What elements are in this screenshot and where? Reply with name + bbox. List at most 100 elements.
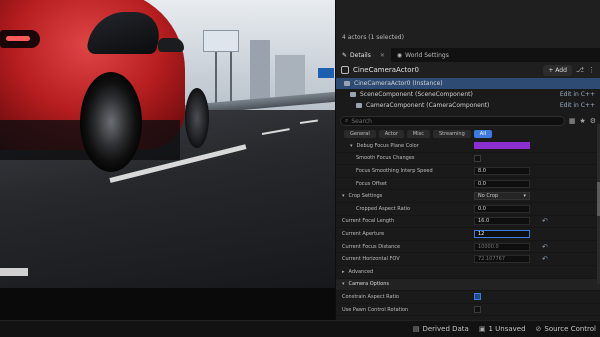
- search-placeholder: Search: [351, 117, 372, 125]
- filter-general[interactable]: General: [344, 130, 376, 138]
- horizontal-fov-field[interactable]: 72.107767: [474, 255, 530, 264]
- chevron-down-icon: ▾: [523, 193, 526, 200]
- background-building: [250, 40, 270, 100]
- property-row[interactable]: ▸ Advanced: [336, 266, 600, 279]
- outliner-footer: 4 actors (1 selected): [336, 0, 600, 48]
- viewport-overlay-bar: [0, 268, 28, 276]
- chevron-down-icon[interactable]: ▾: [342, 281, 345, 287]
- pawn-control-checkbox[interactable]: [474, 306, 481, 314]
- property-label: Focus Offset: [356, 180, 387, 187]
- filter-misc[interactable]: Misc: [406, 130, 430, 138]
- derived-data-button[interactable]: ▤ Derived Data: [413, 325, 469, 333]
- actor-name[interactable]: CineCameraActor0: [353, 66, 419, 74]
- filter-actor[interactable]: Actor: [378, 130, 404, 138]
- unsaved-label: 1 Unsaved: [488, 325, 526, 333]
- filter-all[interactable]: All: [473, 130, 492, 138]
- aperture-field[interactable]: 12: [474, 229, 530, 238]
- road-sign: [203, 30, 239, 52]
- component-row[interactable]: CineCameraActor0 (Instance): [336, 78, 600, 89]
- property-label: Current Focus Distance: [342, 243, 401, 250]
- scene-component-icon: [350, 92, 356, 97]
- component-row[interactable]: CameraComponent (CameraComponent) Edit i…: [336, 100, 600, 111]
- details-panel: 4 actors (1 selected) ✎ Details ✕ ◉ Worl…: [336, 0, 600, 320]
- reset-icon[interactable]: ↶: [542, 255, 548, 263]
- component-label: SceneComponent (SceneComponent): [360, 91, 473, 98]
- level-viewport[interactable]: [0, 0, 335, 288]
- sign-pole: [215, 50, 217, 110]
- grid-view-icon[interactable]: ▦: [569, 117, 576, 125]
- chevron-down-icon[interactable]: ▾: [342, 193, 345, 199]
- property-row: Focus Offset 0.0: [336, 178, 600, 191]
- focal-length-field[interactable]: 16.0: [474, 217, 530, 226]
- edit-in-cpp-link[interactable]: Edit in C++: [560, 91, 595, 98]
- tab-world-settings[interactable]: ◉ World Settings: [391, 48, 455, 62]
- edit-in-cpp-link[interactable]: Edit in C++: [560, 102, 595, 109]
- actor-icon: [341, 66, 349, 74]
- crop-settings-dropdown[interactable]: No Crop ▾: [474, 192, 530, 201]
- add-component-button[interactable]: + Add: [543, 64, 572, 76]
- property-label: Current Aperture: [342, 230, 385, 237]
- camera-component-icon: [356, 103, 362, 108]
- settings-icon[interactable]: ⚙: [590, 117, 596, 125]
- reset-icon[interactable]: ↶: [542, 243, 548, 251]
- close-icon[interactable]: ✕: [380, 52, 385, 59]
- pencil-icon: ✎: [342, 51, 348, 59]
- property-row: Focus Smoothing Interp Speed 8.0: [336, 165, 600, 178]
- component-row[interactable]: SceneComponent (SceneComponent) Edit in …: [336, 89, 600, 100]
- tab-label: World Settings: [405, 51, 449, 59]
- chevron-right-icon[interactable]: ▸: [342, 269, 345, 275]
- source-control-button[interactable]: ⊘ Source Control: [536, 325, 596, 333]
- search-input[interactable]: ⌕ Search: [340, 116, 565, 126]
- property-label: ▾ Debug Focus Plane Color: [350, 142, 419, 149]
- database-icon: ▤: [412, 325, 420, 333]
- settings-icon[interactable]: ⋮: [588, 66, 595, 74]
- status-bar: ▤ Derived Data ▣ 1 Unsaved ⊘ Source Cont…: [0, 320, 600, 337]
- panel-tabs: ✎ Details ✕ ◉ World Settings: [336, 48, 600, 62]
- property-label: Constrain Aspect Ratio: [342, 293, 399, 300]
- car-taillight: [0, 30, 40, 48]
- property-label: Use Pawn Control Rotation: [342, 306, 409, 313]
- star-icon[interactable]: ★: [579, 117, 585, 125]
- viewport-letterbox: [0, 288, 335, 320]
- constrain-aspect-checkbox[interactable]: [474, 293, 481, 301]
- search-icon: ⌕: [345, 117, 349, 124]
- unsaved-button[interactable]: ▣ 1 Unsaved: [479, 325, 526, 333]
- camera-actor-icon: [344, 81, 350, 86]
- filter-bar: General Actor Misc Streaming All: [336, 128, 600, 140]
- reset-icon[interactable]: ↶: [542, 217, 548, 225]
- details-search: ⌕ Search ▦ ★ ⚙: [336, 114, 600, 128]
- property-label: Focus Smoothing Interp Speed: [356, 167, 433, 174]
- smooth-focus-checkbox[interactable]: [474, 154, 481, 162]
- blueprint-icon[interactable]: ⎇: [576, 66, 584, 74]
- background-building: [275, 55, 305, 100]
- property-row: Constrain Aspect Ratio: [336, 291, 600, 304]
- focus-distance-field[interactable]: 10000.0: [474, 242, 530, 251]
- property-list: ▾ Debug Focus Plane Color Smooth Focus Ch…: [336, 140, 600, 317]
- globe-icon: ◉: [396, 51, 403, 59]
- category-header[interactable]: ▾ Camera Options: [336, 278, 600, 292]
- tab-details[interactable]: ✎ Details ✕: [336, 48, 391, 62]
- tab-label: Details: [350, 51, 371, 59]
- color-swatch[interactable]: [474, 142, 530, 150]
- source-control-label: Source Control: [544, 325, 596, 333]
- property-label: Current Focal Length: [342, 218, 395, 225]
- property-label: Smooth Focus Changes: [356, 155, 415, 162]
- property-row: Use Pawn Control Rotation: [336, 304, 600, 317]
- car-mirror: [158, 38, 184, 52]
- interp-speed-field[interactable]: 8.0: [474, 166, 530, 175]
- property-row: Current Focus Distance 10000.0 ↶: [336, 241, 600, 254]
- focus-offset-field[interactable]: 0.0: [474, 179, 530, 188]
- derived-data-label: Derived Data: [422, 325, 469, 333]
- blue-road-sign: [318, 68, 334, 78]
- car-rear-wheel: [185, 88, 209, 148]
- property-row: ▾ Debug Focus Plane Color: [336, 140, 600, 153]
- property-label: Current Horizontal FOV: [342, 256, 400, 263]
- filter-streaming[interactable]: Streaming: [432, 130, 471, 138]
- cropped-aspect-ratio-field[interactable]: 0.0: [474, 204, 530, 213]
- property-label: ▸ Advanced: [342, 268, 374, 275]
- property-row: Cropped Aspect Ratio 0.0: [336, 203, 600, 216]
- chevron-down-icon[interactable]: ▾: [350, 143, 353, 149]
- property-row: ▾ Crop Settings No Crop ▾: [336, 190, 600, 203]
- source-control-icon: ⊘: [535, 325, 542, 333]
- property-row: Current Horizontal FOV 72.107767 ↶: [336, 253, 600, 266]
